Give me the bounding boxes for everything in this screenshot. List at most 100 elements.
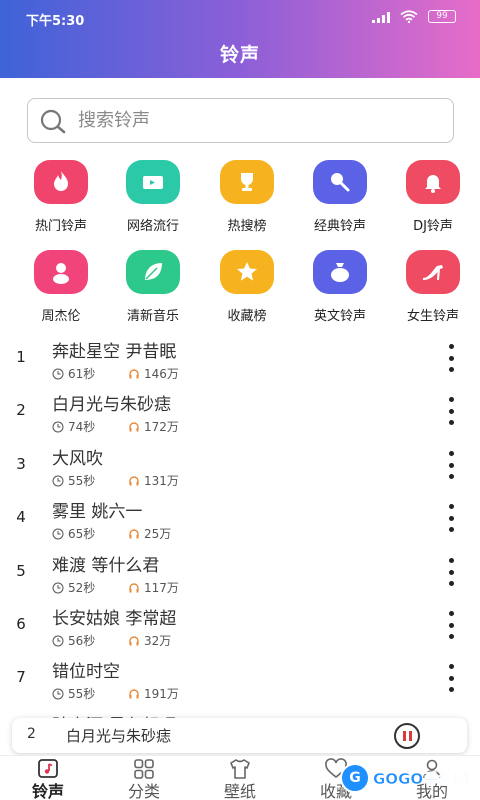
tab-label: 壁纸 <box>223 782 256 800</box>
song-title: 错位时空 <box>52 662 120 682</box>
more-options-icon[interactable] <box>440 451 462 479</box>
song-duration: 55秒 <box>68 687 96 701</box>
list-item[interactable]: 7 错位时空 55秒 191万 <box>0 656 480 709</box>
money-bag-icon <box>313 250 367 294</box>
song-meta: 65秒 25万 <box>52 525 171 542</box>
song-meta: 55秒 191万 <box>52 685 179 702</box>
clock-icon <box>52 688 64 699</box>
app-header: 下午5:30 99 铃声 <box>0 0 480 78</box>
headphones-icon <box>129 635 139 645</box>
category-english[interactable]: 英文铃声 <box>293 250 387 330</box>
song-meta: 56秒 32万 <box>52 632 171 649</box>
headphones-icon <box>129 528 139 538</box>
more-options-icon[interactable] <box>440 558 462 586</box>
microphone-icon <box>313 160 367 204</box>
category-label: 网络流行 <box>126 219 179 234</box>
category-label: 周杰伦 <box>41 309 81 324</box>
player-index: 2 <box>27 726 36 742</box>
song-title: 难渡 等什么君 <box>52 556 160 576</box>
category-label: 收藏榜 <box>227 309 267 324</box>
list-item[interactable]: 6 长安姑娘 李常超 56秒 32万 <box>0 603 480 656</box>
pause-icon[interactable] <box>394 723 420 749</box>
list-item[interactable]: 4 雾里 姚六一 65秒 25万 <box>0 496 480 549</box>
headphones-icon <box>129 475 139 485</box>
search-bar[interactable] <box>27 98 454 143</box>
more-options-icon[interactable] <box>440 611 462 639</box>
category-fresh[interactable]: 清新音乐 <box>106 250 200 330</box>
tab-label: 铃声 <box>31 782 64 800</box>
category-classic[interactable]: 经典铃声 <box>293 160 387 240</box>
star-icon <box>220 250 274 294</box>
flame-icon <box>34 160 88 204</box>
song-plays: 146万 <box>144 367 179 381</box>
tshirt-icon <box>230 759 250 779</box>
song-rank: 4 <box>16 508 26 526</box>
tab-ringtones[interactable]: 铃声 <box>8 758 88 800</box>
clock-icon <box>52 475 64 486</box>
tab-label: 分类 <box>127 782 160 800</box>
wifi-icon <box>400 10 418 23</box>
player-title: 白月光与朱砂痣 <box>66 727 172 745</box>
category-label: 女生铃声 <box>406 309 459 324</box>
battery-icon: 99 <box>428 10 456 23</box>
clock-icon <box>52 528 64 539</box>
category-favorites-chart[interactable]: 收藏榜 <box>200 250 294 330</box>
song-rank: 6 <box>16 615 26 633</box>
list-item[interactable]: 5 难渡 等什么君 52秒 117万 <box>0 550 480 603</box>
song-meta: 74秒 172万 <box>52 418 179 435</box>
song-meta: 61秒 146万 <box>52 365 179 382</box>
more-options-icon[interactable] <box>440 397 462 425</box>
song-plays: 191万 <box>144 687 179 701</box>
search-input[interactable] <box>78 99 438 141</box>
clock-icon <box>52 582 64 593</box>
tab-wallpapers[interactable]: 壁纸 <box>200 758 280 800</box>
song-plays: 172万 <box>144 420 179 434</box>
music-note-icon <box>38 759 58 778</box>
category-jay-chou[interactable]: 周杰伦 <box>14 250 108 330</box>
headphones-icon <box>129 582 139 592</box>
watermark-text: GOGO手游网 <box>373 769 469 788</box>
category-hot[interactable]: 热门铃声 <box>14 160 108 240</box>
song-title: 雾里 姚六一 <box>52 502 143 522</box>
category-label: 英文铃声 <box>313 309 366 324</box>
list-item[interactable]: 3 大风吹 55秒 131万 <box>0 443 480 496</box>
leaf-icon <box>126 250 180 294</box>
headphones-icon <box>129 421 139 431</box>
signal-icon <box>372 11 390 23</box>
mini-player[interactable]: 2 白月光与朱砂痣 <box>12 718 467 753</box>
category-label: 热门铃声 <box>34 219 87 234</box>
tab-categories[interactable]: 分类 <box>104 758 184 800</box>
headphones-icon <box>129 368 139 378</box>
status-bar: 下午5:30 99 <box>0 0 480 34</box>
category-label: 经典铃声 <box>313 219 366 234</box>
song-rank: 5 <box>16 562 26 580</box>
song-duration: 65秒 <box>68 527 96 541</box>
more-options-icon[interactable] <box>440 344 462 372</box>
list-item[interactable]: 1 奔赴星空 尹昔眠 61秒 146万 <box>0 336 480 389</box>
category-trending[interactable]: 网络流行 <box>106 160 200 240</box>
headphones-icon <box>129 688 139 698</box>
grid-icon <box>134 759 154 779</box>
song-title: 白月光与朱砂痣 <box>52 395 171 415</box>
watermark-logo: G <box>340 763 370 793</box>
category-label: 热搜榜 <box>227 219 267 234</box>
clock-icon <box>52 635 64 646</box>
clock-icon <box>52 421 64 432</box>
song-title: 大风吹 <box>52 449 103 469</box>
song-rank: 3 <box>16 455 26 473</box>
high-heel-icon <box>406 250 460 294</box>
song-plays: 25万 <box>144 527 172 541</box>
list-item[interactable]: 2 白月光与朱砂痣 74秒 172万 <box>0 389 480 442</box>
category-dj[interactable]: DJ铃声 <box>386 160 480 240</box>
category-hot-search[interactable]: 热搜榜 <box>200 160 294 240</box>
more-options-icon[interactable] <box>440 504 462 532</box>
song-title: 长安姑娘 李常超 <box>52 609 177 629</box>
song-plays: 117万 <box>144 581 179 595</box>
status-icons: 99 <box>372 10 456 23</box>
site-watermark: G GOGO手游网 <box>340 762 470 794</box>
category-female[interactable]: 女生铃声 <box>386 250 480 330</box>
song-rank: 7 <box>16 668 26 686</box>
song-plays: 32万 <box>144 634 172 648</box>
more-options-icon[interactable] <box>440 664 462 692</box>
song-duration: 61秒 <box>68 367 96 381</box>
